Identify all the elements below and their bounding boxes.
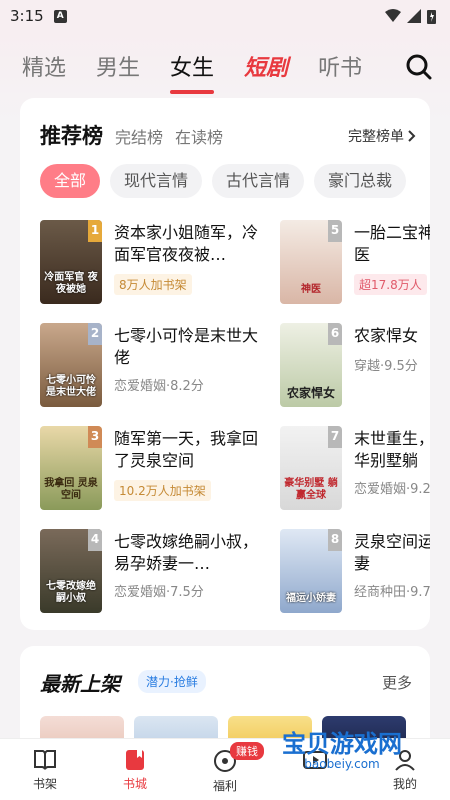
ranking-header: 推荐榜 完结榜 在读榜 xyxy=(40,120,235,150)
book-tag: 超17.8万人 xyxy=(354,274,427,295)
rank-number: 2 xyxy=(88,323,102,345)
book-meta: 经商种田·9.7 xyxy=(354,585,430,600)
nav-bookshelf[interactable]: 书架 xyxy=(0,739,90,800)
book-title: 末世重生，华别墅躺 xyxy=(354,429,430,470)
book-item[interactable]: 7 豪华别墅 躺赢全球 末世重生，华别墅躺 恋爱婚姻·9.2 xyxy=(280,426,430,512)
status-bar: 3:15 A xyxy=(0,0,450,32)
book-cover: 6 农家悍女 xyxy=(280,323,342,407)
cover-text: 农家悍女 xyxy=(286,386,335,400)
book-item[interactable]: 2 七零小可怜 是末世大佬 七零小可怜是末世大佬 恋爱婚姻·8.2分 xyxy=(40,323,300,409)
nav-label: 我的 xyxy=(392,777,417,791)
rank-number: 1 xyxy=(88,220,102,242)
book-tag: 8万人加书架 xyxy=(114,274,192,295)
site-watermark: 宝贝游戏网 baobeiy.com xyxy=(264,724,420,776)
new-arrivals-badge: 潜力·抢鲜 xyxy=(138,670,206,693)
book-title: 七零改嫁绝嗣小叔，易孕娇妻一… xyxy=(114,532,259,573)
rank-number: 3 xyxy=(88,426,102,448)
tab-short-drama[interactable]: 短剧 xyxy=(244,50,288,82)
book-meta: 恋爱婚姻·9.2 xyxy=(354,482,430,497)
book-cover: 1 冷面军官 夜夜被她 xyxy=(40,220,102,304)
book-cover: 4 七零改嫁绝嗣小叔 xyxy=(40,529,102,613)
nav-label: 书架 xyxy=(32,777,57,791)
book-cover: 3 我拿回 灵泉空间 xyxy=(40,426,102,510)
battery-icon xyxy=(427,9,436,24)
book-item[interactable]: 8 福运小娇妻 灵泉空间运妻 经商种田·9.7 xyxy=(280,529,430,615)
nav-bookstore[interactable]: 书城 xyxy=(90,739,180,800)
nav-label: 书城 xyxy=(122,777,147,791)
book-title: 农家悍女 xyxy=(354,326,419,345)
tab-featured[interactable]: 精选 xyxy=(22,50,66,82)
full-list-label: 完整榜单 xyxy=(348,129,404,145)
chevron-right-icon xyxy=(408,130,416,142)
accessibility-a-icon: A xyxy=(53,9,67,23)
rank-number: 8 xyxy=(328,529,342,551)
book-cover: 2 七零小可怜 是末世大佬 xyxy=(40,323,102,407)
full-list-link[interactable]: 完整榜单 xyxy=(348,126,416,146)
book-meta: 恋爱婚姻·7.5分 xyxy=(114,585,204,600)
category-tabs: 精选 男生 女生 短剧 听书 xyxy=(0,40,450,94)
earn-badge: 赚钱 xyxy=(230,742,264,760)
book-title: 七零小可怜是末世大佬 xyxy=(114,326,259,367)
bookmark-icon xyxy=(126,750,144,770)
watermark-main: 宝贝游戏网 xyxy=(282,730,402,758)
ranking-title[interactable]: 推荐榜 xyxy=(40,120,103,150)
rank-number: 5 xyxy=(328,220,342,242)
book-title: 随军第一天，我拿回了灵泉空间 xyxy=(114,429,259,470)
new-arrivals-title: 最新上架 xyxy=(40,672,120,696)
ranking-tab-completed[interactable]: 完结榜 xyxy=(115,124,163,148)
cover-text: 豪华别墅 躺赢全球 xyxy=(284,478,338,501)
cover-text: 神医 xyxy=(301,284,321,295)
tab-female[interactable]: 女生 xyxy=(170,50,215,94)
book-item[interactable]: 4 七零改嫁绝嗣小叔 七零改嫁绝嗣小叔，易孕娇妻一… 恋爱婚姻·7.5分 xyxy=(40,529,300,615)
book-cover: 8 福运小娇妻 xyxy=(280,529,342,613)
book-item[interactable]: 3 我拿回 灵泉空间 随军第一天，我拿回了灵泉空间 10.2万人加书架 xyxy=(40,426,300,512)
book-title: 一胎二宝神医 xyxy=(354,223,430,264)
book-meta: 恋爱婚姻·8.2分 xyxy=(114,379,204,394)
signal-icon xyxy=(407,9,421,23)
rank-number: 7 xyxy=(328,426,342,448)
status-time: 3:15 xyxy=(10,7,44,25)
watermark-sub: baobeiy.com xyxy=(304,757,380,771)
genre-chips: 全部 现代言情 古代言情 豪门总裁 xyxy=(40,164,407,198)
tab-male[interactable]: 男生 xyxy=(96,50,140,82)
wifi-icon xyxy=(385,9,401,22)
book-title: 灵泉空间运妻 xyxy=(354,532,430,573)
chip-ancient-romance[interactable]: 古代言情 xyxy=(212,164,305,198)
rank-number: 4 xyxy=(88,529,102,551)
chip-modern-romance[interactable]: 现代言情 xyxy=(110,164,203,198)
chip-all[interactable]: 全部 xyxy=(40,164,101,198)
cover-text: 我拿回 灵泉空间 xyxy=(44,478,98,501)
cover-text: 七零小可怜 是末世大佬 xyxy=(46,375,96,398)
search-icon[interactable] xyxy=(404,52,432,80)
book-item[interactable]: 6 农家悍女 农家悍女 穿越·9.5分 xyxy=(280,323,430,409)
chip-ceo[interactable]: 豪门总裁 xyxy=(314,164,407,198)
book-cover: 7 豪华别墅 躺赢全球 xyxy=(280,426,342,510)
status-icons xyxy=(385,9,436,24)
ranking-tab-reading[interactable]: 在读榜 xyxy=(175,124,223,148)
book-tag: 10.2万人加书架 xyxy=(114,480,211,501)
book-item[interactable]: 1 冷面军官 夜夜被她 资本家小姐随军，冷面军官夜夜被… 8万人加书架 xyxy=(40,220,300,306)
book-cover: 5 神医 xyxy=(280,220,342,304)
nav-label: 福利 xyxy=(212,779,237,793)
cover-text: 七零改嫁绝嗣小叔 xyxy=(46,581,96,604)
rank-number: 6 xyxy=(328,323,342,345)
tab-audiobook[interactable]: 听书 xyxy=(318,50,362,82)
book-icon xyxy=(34,750,56,770)
ranking-card: 推荐榜 完结榜 在读榜 完整榜单 全部 现代言情 古代言情 豪门总裁 1 冷面军… xyxy=(20,98,430,630)
cover-text: 福运小娇妻 xyxy=(286,593,336,604)
book-meta: 穿越·9.5分 xyxy=(354,359,418,374)
book-item[interactable]: 5 神医 一胎二宝神医 超17.8万人 xyxy=(280,220,430,306)
cover-text: 冷面军官 夜夜被她 xyxy=(44,272,98,295)
more-link[interactable]: 更多 xyxy=(382,672,412,693)
book-title: 资本家小姐随军，冷面军官夜夜被… xyxy=(114,223,259,264)
